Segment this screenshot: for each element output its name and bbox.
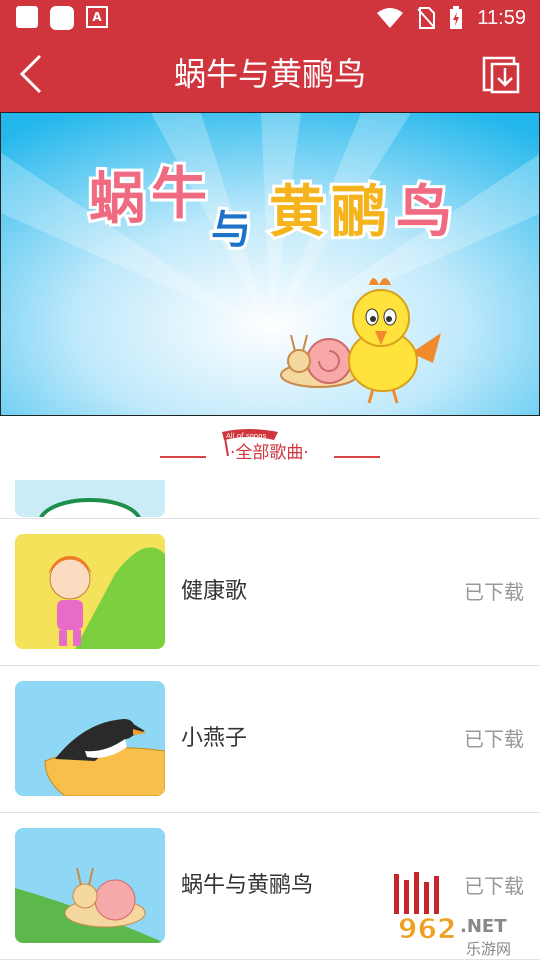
song-title: 健康歌 xyxy=(181,579,248,604)
svg-text:牛: 牛 xyxy=(151,162,207,227)
list-item[interactable] xyxy=(0,480,540,519)
song-thumbnail xyxy=(15,480,165,517)
watermark-logo: 962 .NET 乐游网 xyxy=(394,872,511,956)
font-icon: A xyxy=(86,6,108,28)
svg-text:蜗: 蜗 xyxy=(89,167,145,232)
section-header: All of songs ·全部歌曲· xyxy=(0,416,540,480)
svg-text:与: 与 xyxy=(211,207,251,253)
battery-icon xyxy=(450,6,463,29)
song-banner: 蜗 牛 与 黄 鹂 鸟 xyxy=(0,112,540,416)
song-thumbnail xyxy=(15,534,165,649)
section-title: ·全部歌曲· xyxy=(230,443,309,463)
watermark-domain: .NET xyxy=(460,916,507,937)
svg-text:鸟: 鸟 xyxy=(396,180,452,245)
list-item[interactable]: 小燕子 已下载 xyxy=(0,666,540,813)
status-bar: A 11:59 xyxy=(0,0,540,36)
svg-text:鹂: 鹂 xyxy=(331,180,387,245)
app-bar: 蜗牛与黄鹂鸟 xyxy=(0,36,540,112)
song-title: 蜗牛与黄鹂鸟 xyxy=(181,873,314,898)
divider xyxy=(334,456,380,458)
download-status: 已下载 xyxy=(464,580,524,604)
song-thumbnail xyxy=(15,681,165,796)
no-sim-icon xyxy=(417,7,436,29)
download-status: 已下载 xyxy=(464,727,524,751)
watermark-subtitle: 乐游网 xyxy=(466,940,511,956)
banner-illustration: 蜗 牛 与 黄 鹂 鸟 xyxy=(1,113,539,415)
wifi-icon xyxy=(377,8,404,28)
song-thumbnail xyxy=(15,828,165,943)
notification-icon xyxy=(16,6,38,28)
status-time: 11:59 xyxy=(477,6,526,29)
list-item[interactable]: 健康歌 已下载 xyxy=(0,519,540,666)
divider xyxy=(160,456,206,458)
watermark-number: 962 xyxy=(398,912,456,945)
download-icon[interactable] xyxy=(482,54,522,94)
notification-icon xyxy=(50,6,74,30)
page-title: 蜗牛与黄鹂鸟 xyxy=(173,55,366,93)
song-title: 小燕子 xyxy=(181,726,248,751)
svg-text:黄: 黄 xyxy=(269,180,325,245)
